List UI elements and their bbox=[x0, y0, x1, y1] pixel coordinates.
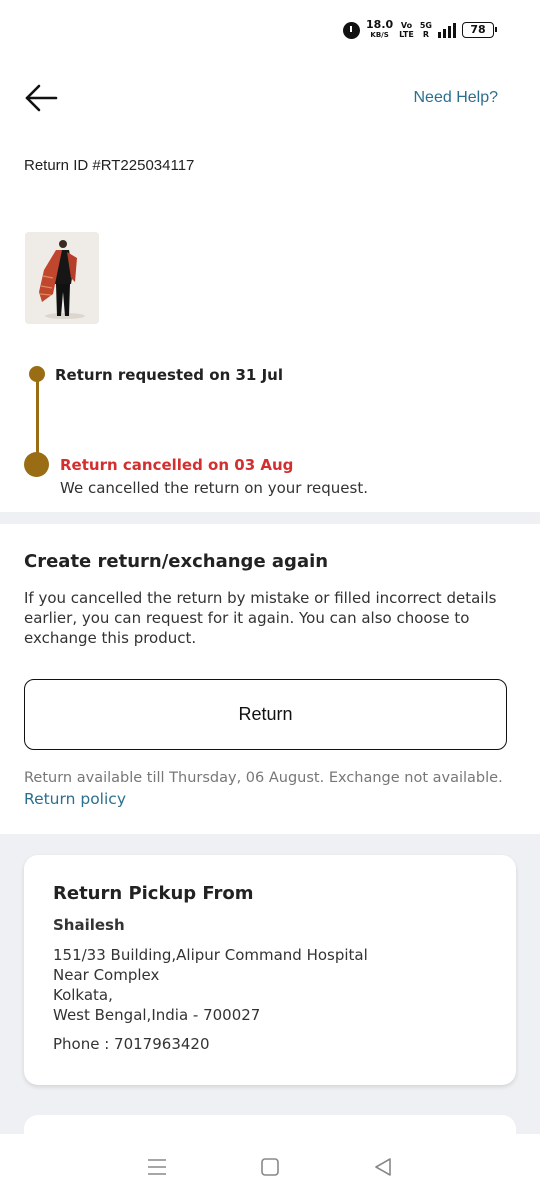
battery-indicator: 78 bbox=[462, 22, 497, 38]
timeline-dot-requested bbox=[29, 366, 45, 382]
network-speed: 18.0 KB/S bbox=[366, 18, 394, 39]
timeline-step-requested: Return requested on 31 Jul bbox=[55, 366, 283, 384]
address-line: 151/33 Building,Alipur Command Hospital bbox=[53, 946, 368, 964]
need-help-link[interactable]: Need Help? bbox=[414, 89, 499, 107]
pickup-card: Return Pickup From Shailesh 151/33 Build… bbox=[24, 855, 516, 1085]
section-divider bbox=[0, 512, 540, 524]
address-line: Kolkata, bbox=[53, 986, 113, 1004]
triangle-back-icon[interactable] bbox=[372, 1156, 394, 1178]
system-nav-bar bbox=[0, 1134, 540, 1200]
pickup-title: Return Pickup From bbox=[53, 883, 254, 904]
pickup-name: Shailesh bbox=[53, 916, 125, 934]
return-timeline: Return requested on 31 Jul Return cancel… bbox=[24, 362, 514, 502]
menu-icon[interactable] bbox=[146, 1157, 168, 1177]
create-again-description: If you cancelled the return by mistake o… bbox=[24, 589, 497, 647]
return-policy-link[interactable]: Return policy bbox=[24, 790, 126, 808]
address-line: West Bengal,India - 700027 bbox=[53, 1006, 261, 1024]
product-image[interactable] bbox=[25, 232, 99, 324]
alarm-icon bbox=[343, 21, 361, 39]
availability-note: Return available till Thursday, 06 Augus… bbox=[24, 770, 503, 786]
home-square-icon[interactable] bbox=[259, 1156, 281, 1178]
timeline-line bbox=[36, 374, 39, 464]
back-arrow-icon[interactable] bbox=[24, 80, 60, 116]
network-type-indicator: 5G R bbox=[419, 21, 432, 39]
timeline-dot-cancelled bbox=[24, 452, 49, 477]
return-button[interactable]: Return bbox=[24, 679, 507, 750]
status-bar: 18.0 KB/S Vo LTE 5G R 78 bbox=[0, 0, 540, 60]
signal-icon bbox=[438, 22, 456, 38]
pickup-address: 151/33 Building,Alipur Command Hospital … bbox=[53, 945, 368, 1025]
volte-indicator: Vo LTE bbox=[399, 21, 414, 39]
timeline-step-cancelled: Return cancelled on 03 Aug bbox=[60, 456, 294, 474]
create-again-title: Create return/exchange again bbox=[24, 551, 329, 572]
pickup-phone: Phone : 7017963420 bbox=[53, 1035, 210, 1053]
return-id: Return ID #RT225034117 bbox=[24, 157, 195, 174]
address-line: Near Complex bbox=[53, 966, 160, 984]
timeline-step-cancelled-description: We cancelled the return on your request. bbox=[60, 479, 368, 497]
header: Need Help? bbox=[24, 78, 498, 118]
